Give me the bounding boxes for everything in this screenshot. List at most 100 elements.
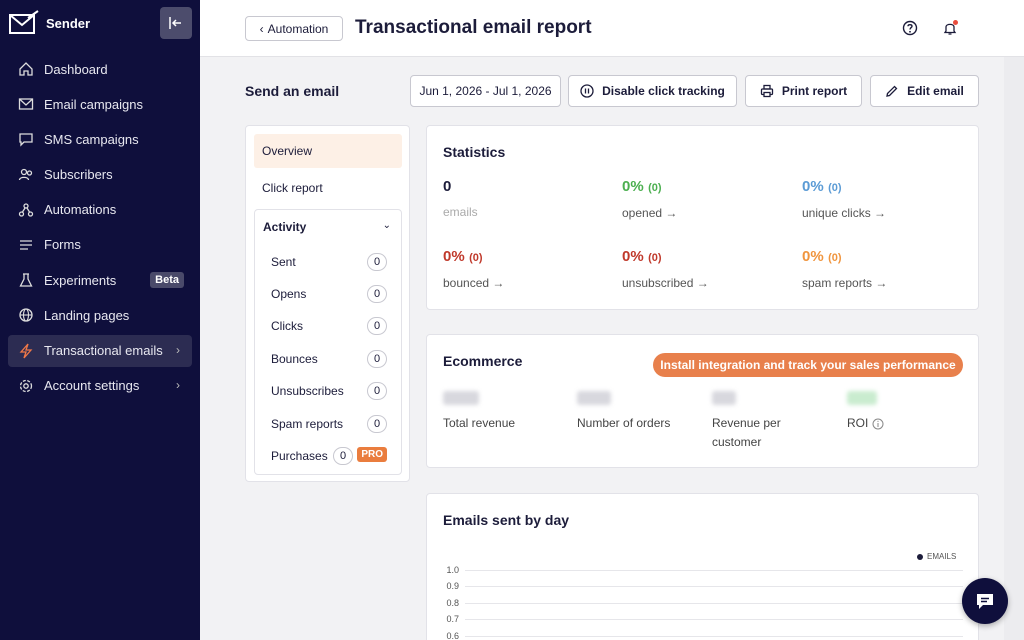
sidebar-item-automations[interactable]: Automations <box>8 194 192 226</box>
print-report-button[interactable]: Print report <box>745 75 862 107</box>
users-icon <box>16 165 36 185</box>
chevron-right-icon: › <box>176 377 180 392</box>
grid-line <box>465 636 963 637</box>
stat-value: 0% <box>622 178 644 195</box>
forms-icon <box>16 235 36 255</box>
sidebar-item-label: Account settings <box>44 378 140 394</box>
roi-label-group: ROI <box>847 414 884 433</box>
sender-logo-icon <box>9 10 39 34</box>
chart-title: Emails sent by day <box>443 512 570 528</box>
printer-icon <box>760 84 773 98</box>
stat-emails: 0 emails <box>443 178 603 219</box>
edit-email-button[interactable]: Edit email <box>870 75 979 107</box>
stat-count: (0) <box>469 252 483 264</box>
page-scrollbar[interactable] <box>1004 57 1024 640</box>
chevron-left-icon: ‹ <box>259 21 264 36</box>
chevron-right-icon: › <box>176 342 180 357</box>
activity-label: Sent <box>271 255 296 269</box>
activity-row-sent[interactable]: Sent 0 <box>271 250 387 274</box>
stat-count: (0) <box>828 252 842 264</box>
stat-bounced[interactable]: 0% (0) bounced → <box>443 248 603 290</box>
mail-icon <box>16 94 36 114</box>
tab-overview[interactable]: Overview <box>254 134 402 168</box>
sidebar-item-label: Experiments <box>44 272 117 288</box>
activity-count: 0 <box>367 285 387 303</box>
chat-support-button[interactable] <box>962 578 1008 624</box>
stat-opened[interactable]: 0% (0) opened → <box>622 178 782 220</box>
report-nav-panel: Overview Click report Activity ⌄ Sent 0 … <box>245 125 410 482</box>
sidebar-item-transactional-emails[interactable]: Transactional emails › <box>8 334 192 367</box>
chevron-down-icon[interactable]: ⌄ <box>383 220 391 231</box>
grid-line <box>465 570 963 571</box>
activity-row-opens[interactable]: Opens 0 <box>271 282 387 306</box>
sidebar-item-subscribers[interactable]: Subscribers <box>8 159 192 191</box>
activity-count: 0 <box>367 317 387 335</box>
sidebar-item-label: Automations <box>44 202 117 218</box>
stat-label: bounced → <box>443 276 505 290</box>
sidebar-item-label: SMS campaigns <box>44 131 139 147</box>
stat-value: 0% <box>443 248 465 265</box>
stat-unsubscribed[interactable]: 0% (0) unsubscribed → <box>622 248 782 290</box>
sidebar-item-account-settings[interactable]: Account settings › <box>8 370 192 402</box>
activity-count: 0 <box>333 447 353 465</box>
stat-label: unsubscribed → <box>622 276 709 290</box>
sidebar-item-dashboard[interactable]: Dashboard <box>8 53 192 85</box>
sidebar-item-email-campaigns[interactable]: Email campaigns <box>8 88 192 120</box>
y-tick-label: 1.0 <box>446 565 459 575</box>
sidebar-item-sms-campaigns[interactable]: SMS campaigns <box>8 123 192 155</box>
date-range-label: Jun 1, 2026 - Jul 1, 2026 <box>419 84 552 98</box>
stat-label: opened → <box>622 206 678 220</box>
activity-label: Unsubscribes <box>271 384 344 398</box>
activity-count: 0 <box>367 350 387 368</box>
activity-heading[interactable]: Activity <box>263 220 306 234</box>
tab-click-report[interactable]: Click report <box>254 171 402 205</box>
chat-bubble-icon <box>977 594 993 609</box>
home-icon <box>16 59 36 79</box>
sidebar-item-label: Dashboard <box>44 61 108 77</box>
stat-spam-reports[interactable]: 0% (0) spam reports → <box>802 248 962 290</box>
activity-row-bounces[interactable]: Bounces 0 <box>271 347 387 371</box>
activity-row-unsubscribes[interactable]: Unsubscribes 0 <box>271 379 387 403</box>
chat-icon <box>16 129 36 149</box>
notification-bell-icon[interactable] <box>942 20 958 36</box>
help-icon[interactable] <box>902 20 918 36</box>
statistics-card: Statistics 0 emails 0% (0) opened → 0% (… <box>426 125 979 310</box>
grid-line <box>465 586 963 587</box>
activity-label: Bounces <box>271 352 318 366</box>
edit-email-label: Edit email <box>907 84 964 98</box>
sidebar-item-label: Forms <box>44 237 81 253</box>
gear-icon <box>16 376 36 396</box>
activity-label: Clicks <box>271 319 303 333</box>
blurred-value <box>577 391 611 405</box>
date-range-picker[interactable]: Jun 1, 2026 - Jul 1, 2026 <box>410 75 561 107</box>
disable-tracking-label: Disable click tracking <box>602 84 725 98</box>
sidebar-item-landing-pages[interactable]: Landing pages <box>8 299 192 331</box>
sidebar-item-experiments[interactable]: Experiments Beta <box>8 264 192 296</box>
activity-row-spam-reports[interactable]: Spam reports 0 <box>271 412 387 436</box>
brand-logo[interactable]: Sender <box>8 10 90 36</box>
activity-label: Spam reports <box>271 417 344 431</box>
stat-unique-clicks[interactable]: 0% (0) unique clicks → <box>802 178 962 220</box>
stat-label: emails <box>443 205 478 219</box>
stat-count: (0) <box>828 182 842 194</box>
total-revenue-label: Total revenue <box>443 416 516 430</box>
activity-row-clicks[interactable]: Clicks 0 <box>271 314 387 338</box>
activity-label: Purchases <box>271 449 328 463</box>
stat-label: spam reports → <box>802 276 888 290</box>
sidebar-item-label: Email campaigns <box>44 96 143 112</box>
stat-label: unique clicks → <box>802 206 887 220</box>
info-icon[interactable] <box>872 418 884 430</box>
chart-legend[interactable]: EMAILS <box>917 552 956 561</box>
sidebar-item-label: Transactional emails <box>44 343 163 358</box>
stat-value: 0% <box>622 248 644 265</box>
disable-click-tracking-button[interactable]: Disable click tracking <box>568 75 737 107</box>
back-to-automation-button[interactable]: ‹ Automation <box>245 16 343 41</box>
sidebar-item-forms[interactable]: Forms <box>8 229 192 261</box>
ecommerce-title: Ecommerce <box>443 353 523 369</box>
blurred-value <box>847 391 877 405</box>
collapse-sidebar-button[interactable] <box>160 7 192 39</box>
activity-row-purchases[interactable]: Purchases 0 PRO <box>271 444 387 468</box>
notification-dot <box>953 20 958 25</box>
install-integration-button[interactable]: Install integration and track your sales… <box>653 353 963 377</box>
y-tick-label: 0.6 <box>446 631 459 640</box>
